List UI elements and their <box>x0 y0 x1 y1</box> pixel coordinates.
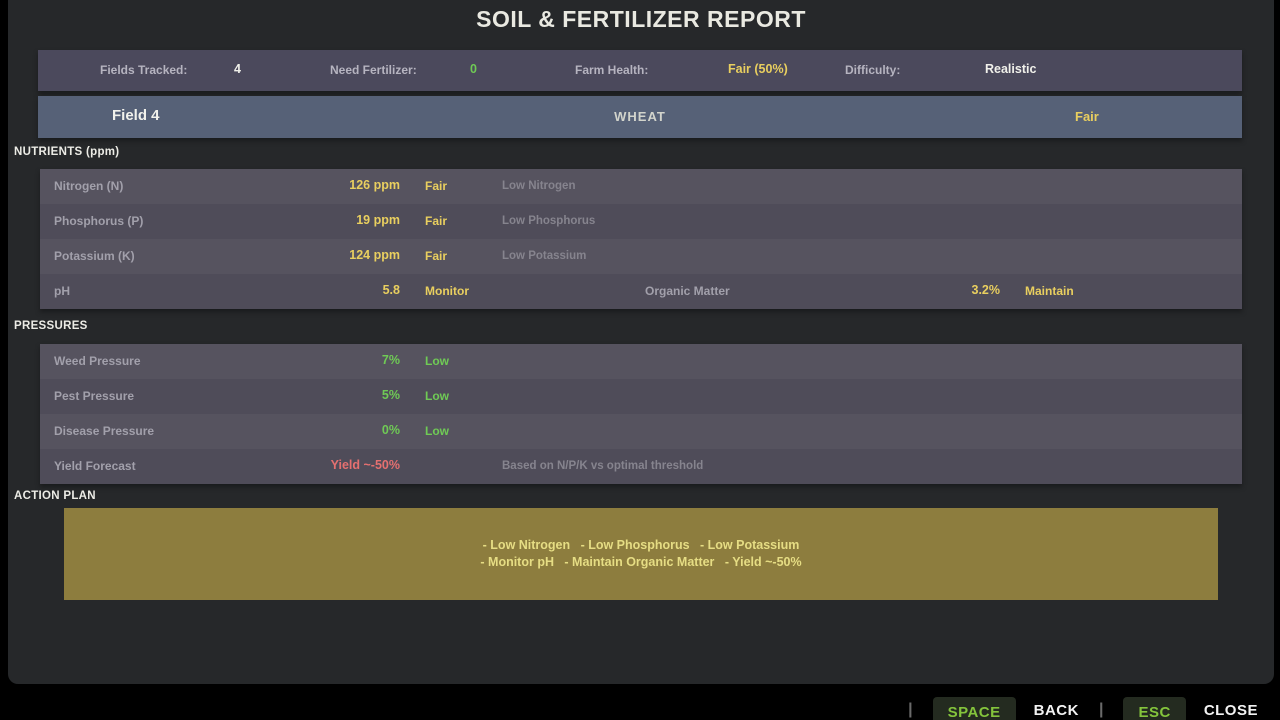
row-label: Pest Pressure <box>54 389 134 403</box>
page-title: SOIL & FERTILIZER REPORT <box>8 6 1274 33</box>
difficulty-label: Difficulty: <box>845 63 900 77</box>
row-value: 124 ppm <box>200 248 400 262</box>
row-status: Low <box>425 424 449 438</box>
row-label: Phosphorus (P) <box>54 214 143 228</box>
separator: | <box>1099 701 1103 719</box>
esc-keycap[interactable]: ESC <box>1123 697 1185 720</box>
nutrient-row-nitrogen: Nitrogen (N) 126 ppm Fair Low Nitrogen <box>40 169 1242 204</box>
organic-matter-status: Maintain <box>1025 284 1074 298</box>
separator: | <box>908 701 912 719</box>
back-button[interactable]: SPACE BACK <box>933 697 1079 720</box>
field-status: Fair <box>1075 109 1099 124</box>
row-status: Monitor <box>425 284 469 298</box>
nutrient-row-ph: pH 5.8 Monitor Organic Matter 3.2% Maint… <box>40 274 1242 309</box>
row-note: Low Potassium <box>502 250 586 262</box>
row-value: 5.8 <box>200 283 400 297</box>
row-status: Low <box>425 389 449 403</box>
row-label: Nitrogen (N) <box>54 179 123 193</box>
row-label: Yield Forecast <box>54 459 136 473</box>
row-note: Low Nitrogen <box>502 180 575 192</box>
organic-matter-value: 3.2% <box>900 283 1000 297</box>
row-value: 5% <box>200 388 400 402</box>
report-panel: SOIL & FERTILIZER REPORT Fields Tracked:… <box>8 0 1274 684</box>
nutrient-row-potassium: Potassium (K) 124 ppm Fair Low Potassium <box>40 239 1242 274</box>
stats-bar: Fields Tracked: 4 Need Fertilizer: 0 Far… <box>38 50 1242 91</box>
row-value: 7% <box>200 353 400 367</box>
space-keycap[interactable]: SPACE <box>933 697 1016 720</box>
action-plan-box: - Low Nitrogen - Low Phosphorus - Low Po… <box>64 508 1218 600</box>
action-plan-heading: ACTION PLAN <box>14 490 96 502</box>
farm-health-label: Farm Health: <box>575 63 648 77</box>
need-fertilizer-label: Need Fertilizer: <box>330 63 417 77</box>
row-status: Low <box>425 354 449 368</box>
row-value: 126 ppm <box>200 178 400 192</box>
row-label: Potassium (K) <box>54 249 135 263</box>
pressure-row-weed: Weed Pressure 7% Low <box>40 344 1242 379</box>
action-plan-line-2: - Monitor pH - Maintain Organic Matter -… <box>480 554 801 571</box>
field-header-row[interactable]: Field 4 WHEAT Fair <box>38 96 1242 138</box>
row-value: 0% <box>200 423 400 437</box>
field-crop: WHEAT <box>38 109 1242 124</box>
pressure-row-disease: Disease Pressure 0% Low <box>40 414 1242 449</box>
row-label: Disease Pressure <box>54 424 154 438</box>
difficulty-value: Realistic <box>985 62 1036 76</box>
row-note: Based on N/P/K vs optimal threshold <box>502 460 703 472</box>
nutrients-table: Nitrogen (N) 126 ppm Fair Low Nitrogen P… <box>40 169 1242 309</box>
action-plan-line-1: - Low Nitrogen - Low Phosphorus - Low Po… <box>483 537 800 554</box>
row-note: Low Phosphorus <box>502 215 595 227</box>
close-button[interactable]: ESC CLOSE <box>1123 697 1258 720</box>
pressures-table: Weed Pressure 7% Low Pest Pressure 5% Lo… <box>40 344 1242 484</box>
yield-forecast-row: Yield Forecast Yield ~-50% Based on N/P/… <box>40 449 1242 484</box>
row-value: Yield ~-50% <box>200 458 400 472</box>
organic-matter-label: Organic Matter <box>645 284 730 298</box>
fields-tracked-label: Fields Tracked: <box>100 63 187 77</box>
fields-tracked-value: 4 <box>234 62 241 76</box>
pressures-heading: PRESSURES <box>14 320 88 332</box>
row-value: 19 ppm <box>200 213 400 227</box>
row-status: Fair <box>425 249 447 263</box>
pressure-row-pest: Pest Pressure 5% Low <box>40 379 1242 414</box>
keybind-bar: | SPACE BACK | ESC CLOSE <box>0 684 1280 720</box>
farm-health-value: Fair (50%) <box>728 62 788 76</box>
back-label: BACK <box>1034 702 1079 719</box>
close-label: CLOSE <box>1204 702 1258 719</box>
nutrients-heading: NUTRIENTS (ppm) <box>14 146 119 158</box>
nutrient-row-phosphorus: Phosphorus (P) 19 ppm Fair Low Phosphoru… <box>40 204 1242 239</box>
row-label: Weed Pressure <box>54 354 141 368</box>
need-fertilizer-value: 0 <box>470 62 477 76</box>
row-status: Fair <box>425 179 447 193</box>
row-status: Fair <box>425 214 447 228</box>
row-label: pH <box>54 284 70 298</box>
